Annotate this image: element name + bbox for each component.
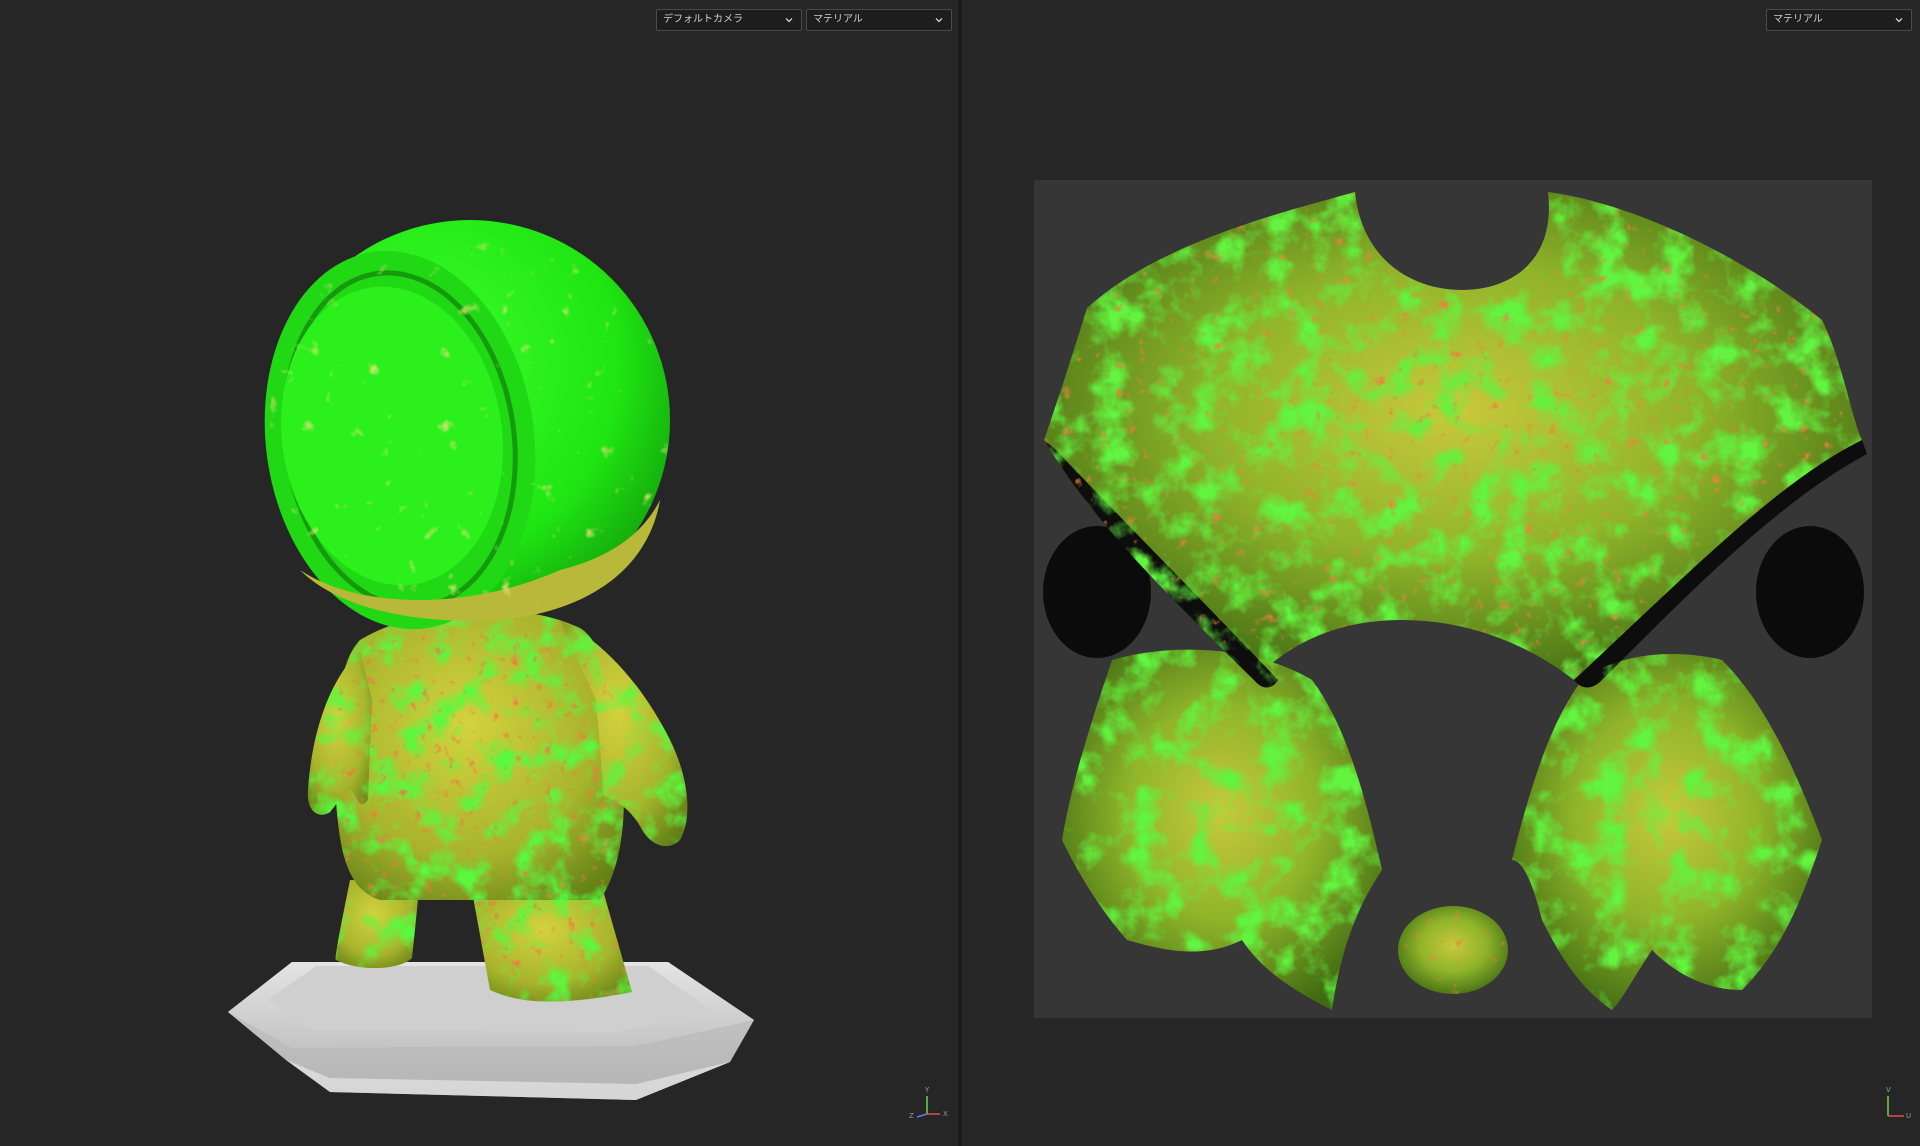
chevron-down-icon bbox=[1894, 10, 1906, 30]
shading-dropdown-value: マテリアル bbox=[813, 14, 863, 25]
camera-dropdown-value: デフォルトカメラ bbox=[663, 14, 743, 25]
shading-dropdown[interactable]: マテリアル bbox=[806, 9, 952, 31]
camera-dropdown[interactable]: デフォルトカメラ bbox=[656, 9, 802, 31]
axis-label-z: Z bbox=[909, 1112, 914, 1120]
uv-texture-view[interactable] bbox=[962, 0, 1920, 1146]
chevron-down-icon bbox=[784, 10, 796, 30]
uv-axis-gizmo-icon: V U bbox=[1868, 1086, 1914, 1126]
mannequin-head bbox=[264, 220, 670, 630]
axis-label-v: V bbox=[1886, 1086, 1891, 1094]
axis-label-u: U bbox=[1906, 1112, 1912, 1120]
mannequin-body bbox=[307, 609, 688, 1002]
viewport-3d[interactable]: デフォルトカメラ マテリアル Y Z X bbox=[0, 0, 958, 1146]
axis-label-y: Y bbox=[925, 1086, 930, 1094]
shading-dropdown-2d-value: マテリアル bbox=[1773, 14, 1823, 25]
viewport-2d[interactable]: マテリアル V U bbox=[962, 0, 1920, 1146]
mesh-render[interactable] bbox=[0, 0, 958, 1146]
axis-gizmo-icon: Y Z X bbox=[904, 1086, 950, 1126]
chevron-down-icon bbox=[934, 10, 946, 30]
shading-dropdown-2d[interactable]: マテリアル bbox=[1766, 9, 1912, 31]
axis-label-x: X bbox=[943, 1110, 948, 1118]
